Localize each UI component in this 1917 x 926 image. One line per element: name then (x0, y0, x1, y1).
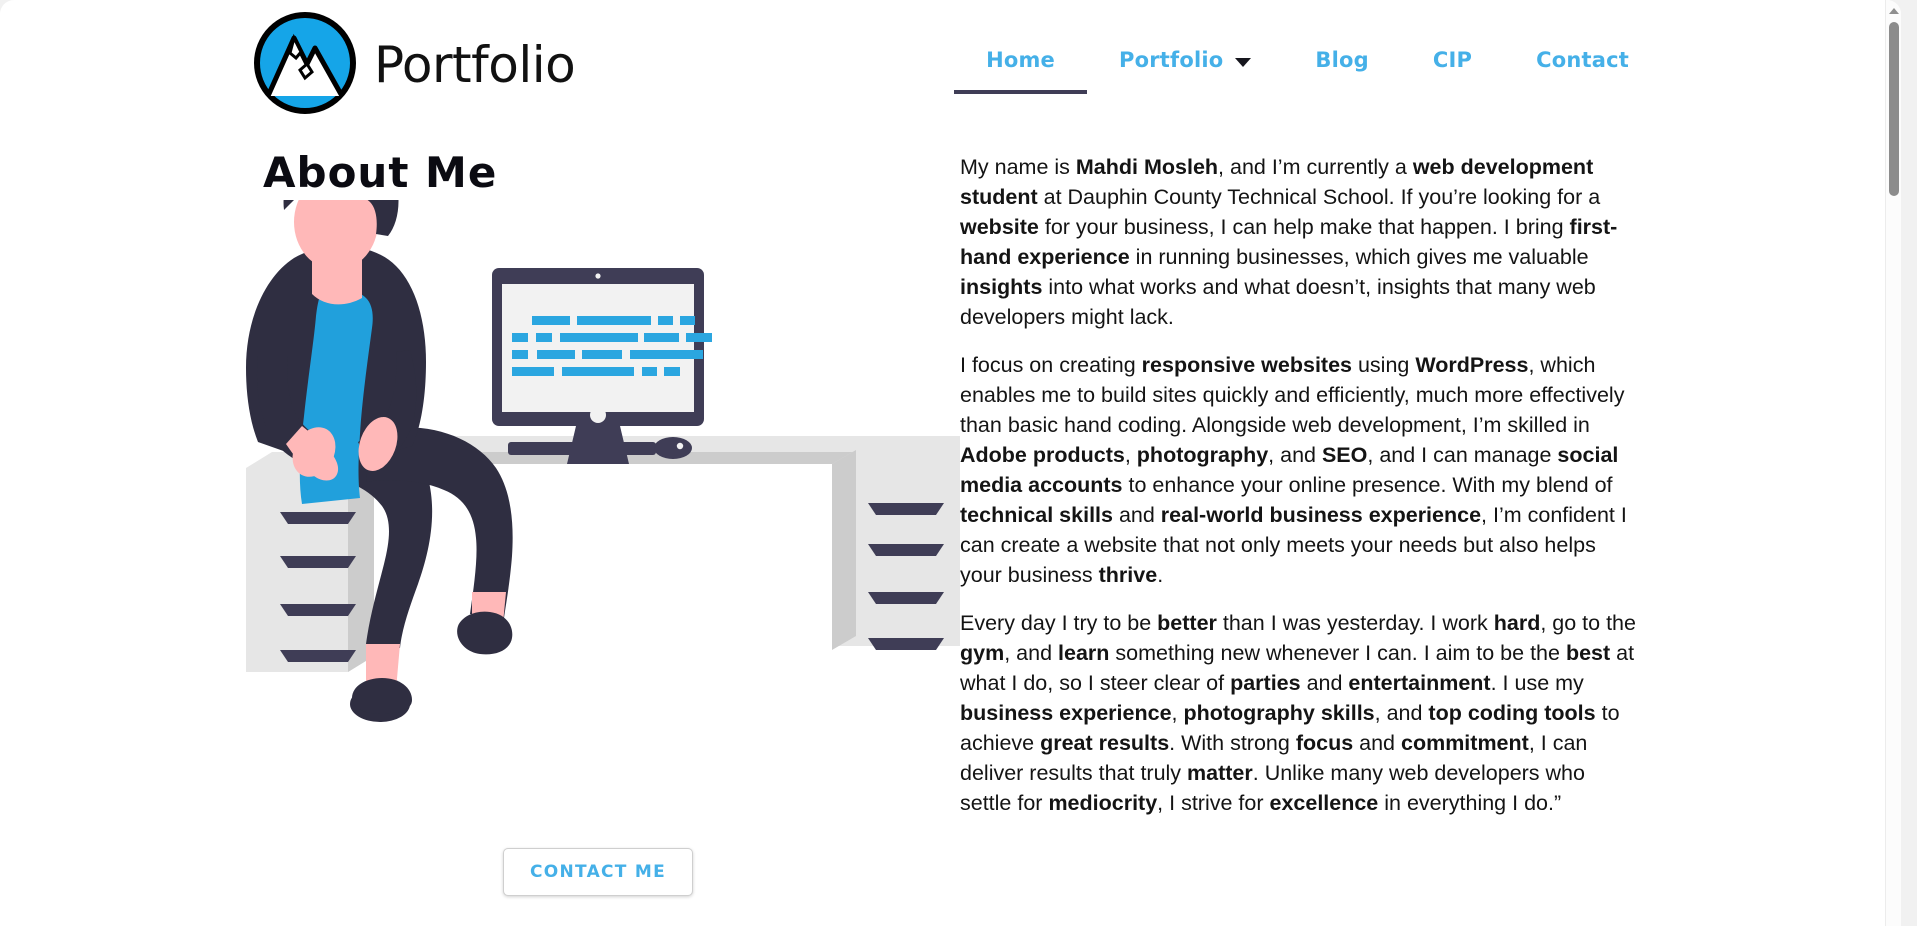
nav-item-label: Contact (1536, 48, 1629, 72)
scroll-up-arrow-icon[interactable] (1886, 4, 1901, 18)
browser-viewport: Portfolio Home Portfolio Blog CIP Contac… (0, 0, 1901, 926)
right-drawer-unit (832, 450, 960, 650)
man-sitting-at-desk-illustration-icon (246, 200, 960, 722)
main-navigation: Home Portfolio Blog CIP Contact (954, 48, 1661, 94)
nav-item-cip[interactable]: CIP (1401, 48, 1504, 94)
nav-item-label: Blog (1315, 48, 1369, 72)
scrollbar-thumb[interactable] (1889, 22, 1899, 196)
nav-item-contact[interactable]: Contact (1504, 48, 1661, 94)
nav-item-label: Portfolio (1119, 48, 1224, 72)
brand-logo-link[interactable]: Portfolio (250, 8, 576, 118)
about-paragraph: Every day I try to be better than I was … (960, 611, 1636, 815)
site-header: Portfolio Home Portfolio Blog CIP Contac… (0, 0, 1901, 128)
about-paragraph: My name is Mahdi Mosleh, and I’m current… (960, 155, 1618, 329)
brand-name: Portfolio (374, 36, 576, 94)
nav-item-label: CIP (1432, 48, 1473, 72)
nav-item-portfolio[interactable]: Portfolio (1087, 48, 1283, 94)
about-me-text: My name is Mahdi Mosleh, and I’m current… (960, 152, 1638, 836)
monitor (492, 268, 712, 464)
nav-item-label: Home (986, 48, 1056, 72)
contact-me-button[interactable]: CONTACT ME (503, 848, 693, 896)
vertical-scrollbar[interactable] (1885, 0, 1901, 926)
mountain-circle-logo-icon (254, 12, 356, 114)
about-paragraph: I focus on creating responsive websites … (960, 353, 1627, 587)
chevron-down-icon[interactable] (1235, 57, 1252, 67)
nav-item-home[interactable]: Home (954, 48, 1087, 94)
nav-item-blog[interactable]: Blog (1283, 48, 1400, 94)
page-title: About Me (263, 148, 498, 197)
illustration-container (240, 200, 960, 840)
